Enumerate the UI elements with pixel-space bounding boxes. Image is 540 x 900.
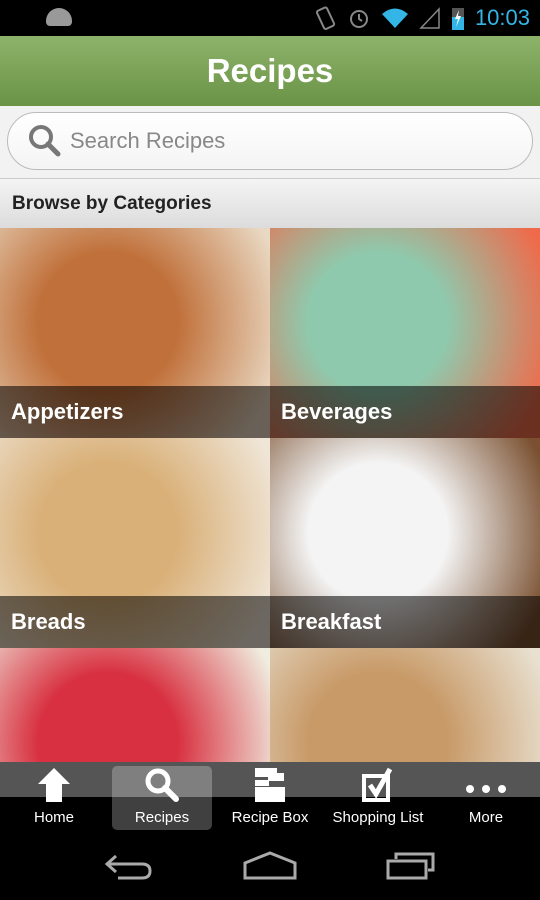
android-icon [46, 8, 72, 26]
wifi-icon [381, 8, 408, 28]
tab-label: Recipe Box [231, 809, 309, 826]
category-tile[interactable]: Appetizers [0, 228, 270, 438]
category-tile[interactable]: Beverages [270, 228, 540, 438]
home-icon [38, 768, 70, 802]
back-icon[interactable] [104, 852, 154, 880]
tab-shopping-list[interactable]: Shopping List [324, 762, 432, 832]
category-label: Appetizers [0, 386, 270, 438]
section-title: Browse by Categories [12, 192, 212, 214]
vibrate-icon [315, 6, 336, 30]
category-tile[interactable] [0, 648, 270, 762]
tab-label: More [468, 809, 504, 826]
search-placeholder: Search Recipes [70, 128, 226, 153]
battery-charging-icon [451, 8, 464, 30]
category-tile[interactable] [270, 648, 540, 762]
search-icon [29, 125, 61, 157]
clock: 10:03 [474, 5, 530, 30]
search-input[interactable]: Search Recipes [7, 112, 533, 170]
section-header: Browse by Categories [0, 178, 540, 228]
tab-more[interactable]: More [432, 762, 540, 832]
signal-icon [419, 7, 440, 29]
tab-label: Shopping List [332, 809, 424, 826]
tab-recipes[interactable]: Recipes [108, 762, 216, 832]
tab-home[interactable]: Home [0, 762, 108, 832]
recent-apps-icon[interactable] [386, 851, 436, 881]
search-icon [145, 768, 179, 802]
tab-recipe-box[interactable]: Recipe Box [216, 762, 324, 832]
checkbox-icon [362, 767, 393, 802]
category-label: Breakfast [270, 596, 540, 648]
category-tile[interactable]: Breakfast [270, 438, 540, 648]
category-label: Beverages [270, 386, 540, 438]
tab-label: Recipes [134, 809, 190, 826]
system-nav-bar [0, 832, 540, 900]
category-grid: Appetizers Beverages Breads Breakfast [0, 228, 540, 762]
bottom-tab-bar: Home Recipes Recipe Box Shopping List Mo… [0, 762, 540, 832]
alarm-icon [349, 10, 368, 28]
app-header: Recipes [0, 36, 540, 106]
search-bar: Search Recipes [0, 106, 540, 178]
more-icon [466, 785, 506, 793]
tab-label: Home [33, 809, 74, 826]
category-label: Breads [0, 596, 270, 648]
page-title: Recipes [206, 52, 334, 89]
recipe-box-icon [255, 768, 285, 802]
category-tile[interactable]: Breads [0, 438, 270, 648]
home-nav-icon[interactable] [243, 851, 297, 881]
status-bar: 10:03 [0, 0, 540, 36]
